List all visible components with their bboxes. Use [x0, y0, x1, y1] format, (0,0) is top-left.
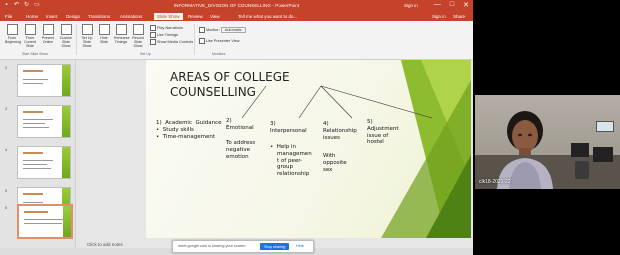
screen-share-bar: meet.google.com is sharing your screen. … — [172, 240, 314, 253]
use-timings-check[interactable]: Use Timings — [150, 32, 178, 38]
from-beginning-button[interactable]: From Beginning — [5, 24, 21, 44]
group-start-slide-show: Start Slide Show — [22, 52, 48, 56]
current-slide[interactable]: AREAS OF COLLEGE COUNSELLING 1) Academic… — [146, 60, 471, 238]
presenter-view-check[interactable]: Use Presenter View — [199, 38, 239, 44]
show-media-controls-check[interactable]: Show Media Controls — [150, 39, 193, 45]
area-emotional[interactable]: 2) Emotional — [226, 118, 254, 132]
tab-animations[interactable]: Animations — [120, 14, 142, 19]
play-narrations-check[interactable]: Play Narrations — [150, 25, 183, 31]
rehearse-icon — [115, 24, 127, 35]
tell-me-box[interactable]: Tell me what you want to do... — [238, 14, 297, 19]
notes-placeholder[interactable]: Click to add notes — [87, 242, 123, 247]
slide-thumbnail-selected[interactable] — [17, 204, 73, 239]
stop-sharing-button[interactable]: Stop sharing — [260, 243, 290, 250]
rehearse-timings-button[interactable]: Rehearse Timings — [114, 24, 130, 44]
slide-thumbnail[interactable] — [17, 64, 71, 97]
record-slide-show-button[interactable]: Record Slide Show — [131, 24, 145, 48]
from-current-slide-button[interactable]: From Current Slide — [23, 24, 37, 48]
area-relationship[interactable]: 4) Relationship issues — [323, 121, 357, 141]
group-monitors: Monitors — [212, 52, 226, 56]
participant-person — [497, 111, 553, 189]
play-from-start-icon — [6, 24, 18, 35]
participant-name-label: clk18-2021-22 — [479, 179, 511, 185]
custom-show-icon — [60, 24, 72, 35]
sign-in-tab-link[interactable]: Sign in — [432, 14, 446, 19]
group-set-up: Set Up — [140, 52, 151, 56]
present-online-icon — [42, 24, 54, 35]
area-adjustment[interactable]: 5) Adjustment issue of hostel — [367, 119, 399, 146]
tab-insert[interactable]: Insert — [46, 14, 57, 19]
sign-in-link[interactable]: Sign in — [404, 3, 418, 8]
hide-share-bar-button[interactable]: Hide — [296, 244, 304, 248]
area-interpersonal-detail[interactable]: • Help in managemen t of peer- group rel… — [270, 144, 312, 178]
area-relationship-detail[interactable]: With opposite sex — [323, 153, 347, 173]
play-current-icon — [24, 24, 36, 35]
area-emotional-detail[interactable]: To address negative emotion — [226, 140, 255, 160]
slide-thumbnail[interactable] — [17, 105, 71, 138]
custom-slide-show-button[interactable]: Custom Slide Show — [59, 24, 73, 48]
tab-transitions[interactable]: Transitions — [88, 14, 110, 19]
tab-review[interactable]: Review — [188, 14, 203, 19]
record-icon — [132, 24, 144, 35]
tab-design[interactable]: Design — [66, 14, 80, 19]
area-academic[interactable]: 1) Academic Guidance • Study skills • Ti… — [156, 120, 222, 140]
slide-title[interactable]: AREAS OF COLLEGE COUNSELLING — [170, 70, 320, 100]
window-title: INFORMATIVE_DIVISION OF COUNSELLING - Po… — [173, 3, 300, 8]
area-interpersonal[interactable]: 3) Interpersonal — [270, 121, 307, 135]
tab-view[interactable]: View — [210, 14, 220, 19]
ribbon-tabs: File Home Insert Design Transitions Anim… — [0, 12, 473, 21]
monitor-select[interactable]: Monitor: Automatic — [199, 27, 246, 33]
tab-slide-show[interactable]: Slide Show — [154, 13, 183, 20]
participant-video-tile[interactable]: clk18-2021-22 — [475, 95, 620, 189]
share-message: meet.google.com is sharing your screen. — [178, 244, 247, 248]
ribbon: From Beginning From Current Slide Presen… — [0, 21, 473, 60]
tab-file[interactable]: File — [5, 14, 12, 19]
tab-home[interactable]: Home — [26, 14, 38, 19]
share-button[interactable]: Share — [453, 14, 465, 19]
maximize-button[interactable]: □ — [450, 1, 454, 9]
window-in-background — [596, 121, 614, 132]
hide-slide-button[interactable]: Hide Slide — [97, 24, 111, 44]
slide-thumbnail-pane: 2 3 4 5 6 — [0, 60, 76, 248]
close-button[interactable]: ✕ — [463, 1, 469, 9]
slide-thumbnail[interactable] — [17, 146, 71, 179]
slide-editing-area: AREAS OF COLLEGE COUNSELLING 1) Academic… — [76, 60, 473, 248]
present-online-button[interactable]: Present Online — [41, 24, 55, 44]
hide-slide-icon — [98, 24, 110, 35]
minimize-button[interactable]: — — [434, 1, 441, 9]
set-up-slide-show-button[interactable]: Set Up Slide Show — [80, 24, 94, 48]
title-bar: ▪ ↶ ↻ ▭ INFORMATIVE_DIVISION OF COUNSELL… — [0, 0, 473, 12]
powerpoint-window: ▪ ↶ ↻ ▭ INFORMATIVE_DIVISION OF COUNSELL… — [0, 0, 473, 255]
setup-icon — [81, 24, 93, 35]
